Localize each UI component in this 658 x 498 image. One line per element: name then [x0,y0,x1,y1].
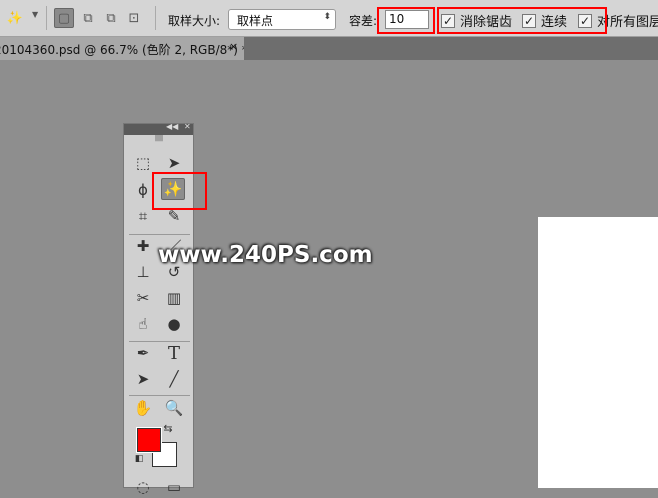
type-tool-icon[interactable]: T [162,342,186,364]
divider [129,395,190,396]
close-tab-icon[interactable]: × [229,40,238,53]
sample-size-label: 取样大小: [168,14,221,28]
zoom-tool-icon[interactable]: 🔍 [162,397,186,419]
tolerance-label: 容差: [349,14,378,28]
add-to-selection-button[interactable]: ⧉ [78,8,98,28]
swap-colors-icon[interactable]: ⇆ [161,421,175,435]
eraser-tool-icon[interactable]: ✂ [131,287,155,309]
panel-header[interactable]: ◀◀ ✕ [124,122,193,135]
document-tab-bar: 20104360.psd @ 66.7% (色阶 2, RGB/8*) * × [0,37,658,60]
collapse-icon[interactable]: ◀◀ [166,122,178,131]
divider [155,6,156,30]
select-arrows-icon: ⬍ [323,12,331,22]
divider [46,6,47,30]
sample-size-value: 取样点 [237,14,274,28]
clone-stamp-tool-icon[interactable]: ⊥ [131,261,155,283]
screen-mode-icon[interactable]: ▭ [162,476,186,498]
default-colors-icon[interactable]: ◧ [133,453,145,465]
highlight-box [437,7,607,34]
line-tool-icon[interactable]: ╱ [162,368,186,390]
document-tab[interactable]: 20104360.psd @ 66.7% (色阶 2, RGB/8*) * × [0,37,244,60]
watermark: www.240PS.com [158,242,373,268]
close-panel-icon[interactable]: ✕ [184,122,191,131]
marquee-tool-icon[interactable]: ⬚ [131,152,155,174]
hand-tool-icon[interactable]: ✋ [131,397,155,419]
gradient-tool-icon[interactable]: ▥ [162,287,186,309]
blur-tool-icon[interactable]: ☝ [131,313,155,335]
dodge-tool-icon[interactable]: ● [162,313,186,335]
document-tab-title: 20104360.psd @ 66.7% (色阶 2, RGB/8*) * [0,43,244,57]
path-selection-tool-icon[interactable]: ➤ [131,368,155,390]
quick-mask-icon[interactable]: ◌ [131,476,155,498]
new-selection-button[interactable]: ▢ [54,8,74,28]
chevron-down-icon[interactable]: ▼ [32,10,38,19]
highlight-box [152,172,207,210]
magic-wand-preset-icon[interactable]: ✨ [4,8,26,28]
pen-tool-icon[interactable]: ✒ [131,342,155,364]
move-tool-icon[interactable]: ➤ [162,152,186,174]
healing-brush-tool-icon[interactable]: ✚ [131,235,155,257]
sample-size-select[interactable]: 取样点 ⬍ [228,9,336,30]
highlight-box [377,7,435,34]
foreground-color-swatch[interactable] [136,427,162,453]
document-canvas[interactable] [538,217,658,488]
panel-grip[interactable]: |||||||| [124,135,193,143]
intersect-selection-button[interactable]: ⊡ [124,8,144,28]
subtract-from-selection-button[interactable]: ⧉ [101,8,121,28]
